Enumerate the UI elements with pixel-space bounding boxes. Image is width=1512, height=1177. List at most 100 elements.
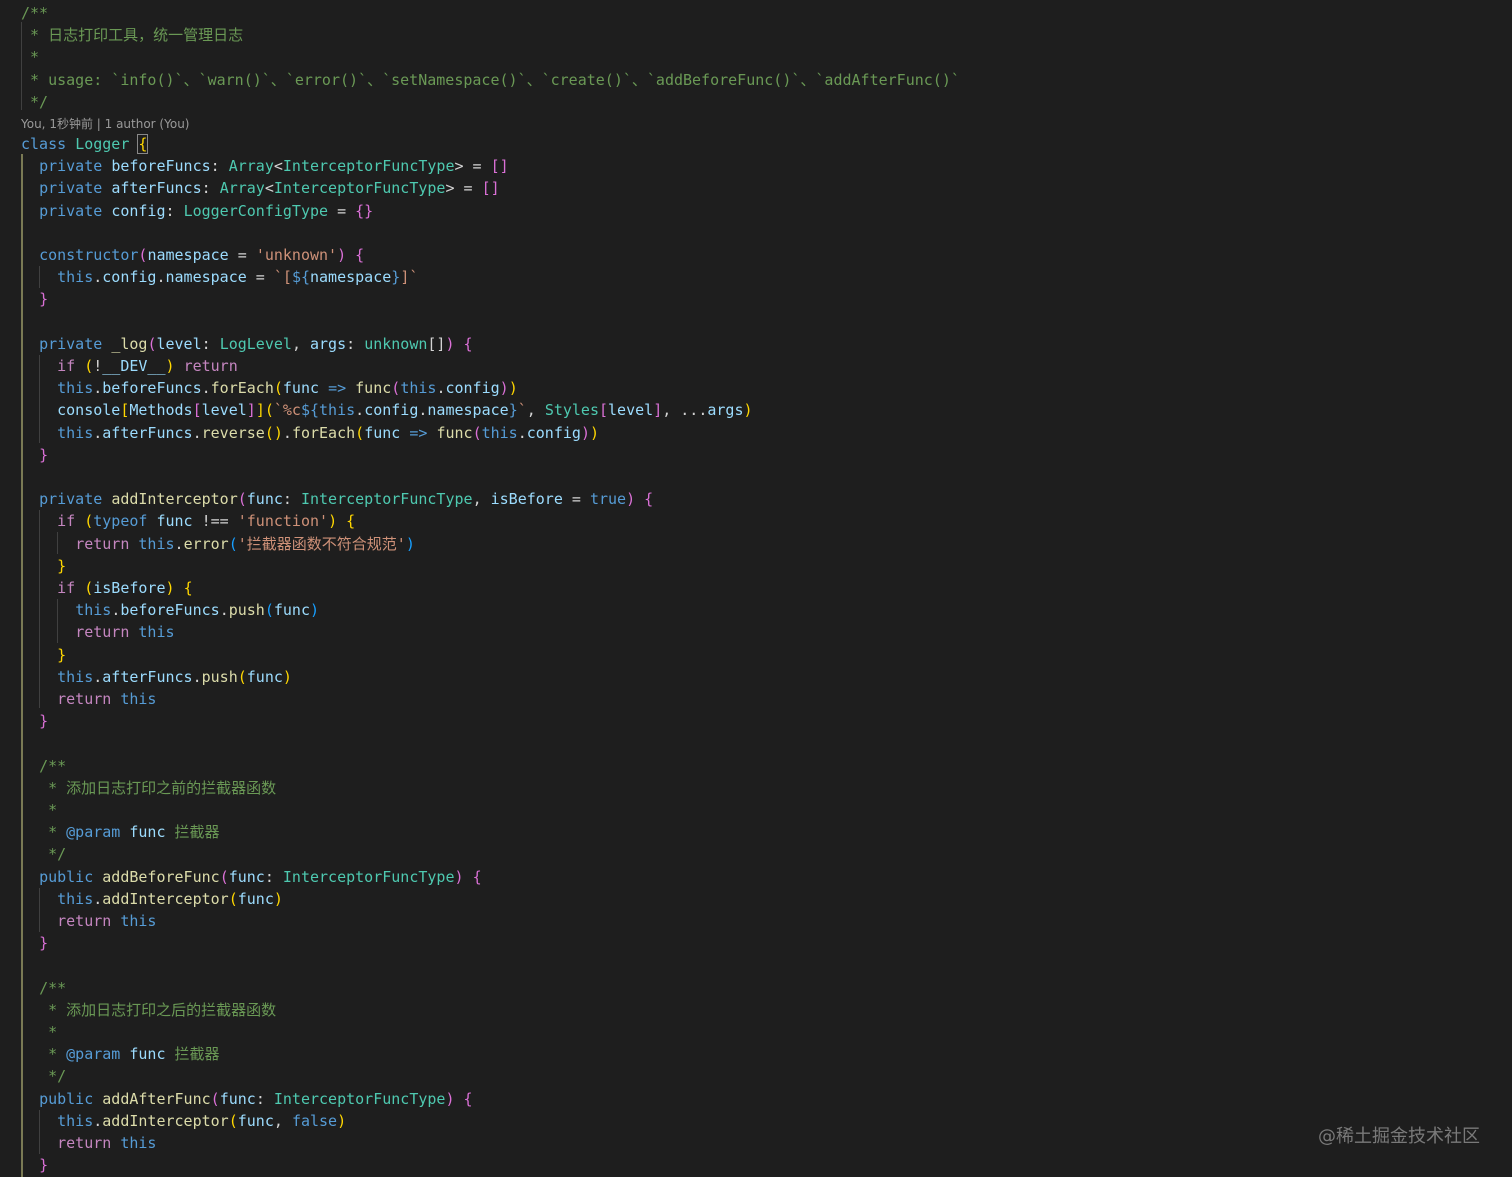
code-token: func xyxy=(129,823,166,842)
code-line: this.beforeFuncs.forEach(func => func(th… xyxy=(21,377,518,399)
code-token: addInterceptor xyxy=(111,490,238,509)
code-token: : xyxy=(165,201,184,220)
code-token: : xyxy=(264,867,283,886)
code-token: * usage: `info()`、`warn()`、`error()`、`se… xyxy=(21,70,960,89)
code-token: . xyxy=(219,601,229,620)
code-editor[interactable]: /** * 日志打印工具，统一管理日志 * * usage: `info()`、… xyxy=(0,0,1512,1177)
code-token: = xyxy=(328,201,356,220)
code-token: return xyxy=(57,1134,112,1152)
code-token: . xyxy=(93,667,103,686)
code-line: } xyxy=(21,288,48,310)
codelens-author[interactable]: You, 1秒钟前 | 1 author (You) xyxy=(21,115,189,133)
code-token: ) xyxy=(337,1111,347,1130)
code-token: ) xyxy=(165,357,175,375)
code-token: ) xyxy=(626,490,636,509)
code-token: . xyxy=(93,423,103,442)
code-token: . xyxy=(93,1111,103,1130)
code-token: Logger xyxy=(75,135,130,153)
code-token: this xyxy=(138,534,175,553)
code-line: * xyxy=(21,1021,57,1043)
code-line: if (isBefore) { xyxy=(21,577,192,599)
code-token: ] xyxy=(255,401,265,420)
code-line: } xyxy=(21,444,48,466)
code-line: * xyxy=(21,46,39,68)
code-token: { xyxy=(355,246,365,264)
code-token: ) xyxy=(589,423,599,442)
code-token: afterFuncs xyxy=(111,179,202,198)
code-token: 'unknown' xyxy=(255,246,338,264)
code-line: constructor(namespace = 'unknown') { xyxy=(21,244,364,266)
code-token: args xyxy=(707,401,744,420)
code-token: ( xyxy=(355,423,365,442)
code-token: , xyxy=(291,334,310,353)
code-token: config xyxy=(102,268,157,287)
code-line: } xyxy=(21,1154,48,1176)
code-token: . xyxy=(111,601,121,620)
code-token: */ xyxy=(39,1067,67,1086)
code-token: this xyxy=(400,379,437,398)
code-token: ( xyxy=(273,379,283,398)
code-token: ( xyxy=(391,379,401,398)
code-token: { xyxy=(472,867,482,886)
code-line: this.afterFuncs.push(func) xyxy=(21,666,292,688)
code-token: * 日志打印工具，统一管理日志 xyxy=(21,26,244,45)
code-token: ) xyxy=(445,334,455,353)
code-token: console xyxy=(57,401,121,420)
code-line: private addInterceptor(func: Interceptor… xyxy=(21,488,653,510)
code-token: forEach xyxy=(291,423,356,442)
code-line: * 添加日志打印之前的拦截器函数 xyxy=(21,777,276,799)
code-token: * xyxy=(39,823,67,842)
code-token: ( xyxy=(219,867,229,886)
code-token: this xyxy=(319,401,356,420)
code-token: > = xyxy=(445,179,482,198)
code-token: error xyxy=(183,534,229,553)
code-line: return this.error('拦截器函数不符合规范') xyxy=(21,533,415,555)
code-token: ( xyxy=(472,423,482,442)
code-token: {} xyxy=(355,201,374,220)
code-token: , xyxy=(526,401,545,420)
code-token: } xyxy=(39,712,49,731)
code-token: ) xyxy=(580,423,590,442)
code-token: . xyxy=(355,401,365,420)
code-token: ( xyxy=(264,401,274,420)
code-token: */ xyxy=(21,92,49,111)
code-token: this xyxy=(57,889,94,908)
code-token: this xyxy=(57,268,94,287)
code-token: func xyxy=(282,379,320,398)
code-token: InterceptorFuncType xyxy=(300,490,473,509)
code-token: namespace xyxy=(427,401,509,420)
code-token: [] xyxy=(481,179,500,198)
code-token: Styles xyxy=(544,401,599,420)
code-token: 拦截器 xyxy=(165,1045,220,1064)
code-token: ) xyxy=(165,579,175,597)
code-token: . xyxy=(192,667,202,686)
code-token: = xyxy=(228,246,256,264)
code-token: : xyxy=(346,334,365,353)
code-line: if (!__DEV__) return xyxy=(21,355,238,377)
code-token: ${ xyxy=(300,401,320,420)
code-token: ( xyxy=(228,534,238,553)
code-token: if xyxy=(57,357,76,375)
code-token: ( xyxy=(210,1089,220,1108)
code-line: this.config.namespace = `[${namespace}]` xyxy=(21,266,418,288)
code-token: func xyxy=(436,423,473,442)
code-token: () xyxy=(264,423,283,442)
code-token: ( xyxy=(228,889,238,908)
